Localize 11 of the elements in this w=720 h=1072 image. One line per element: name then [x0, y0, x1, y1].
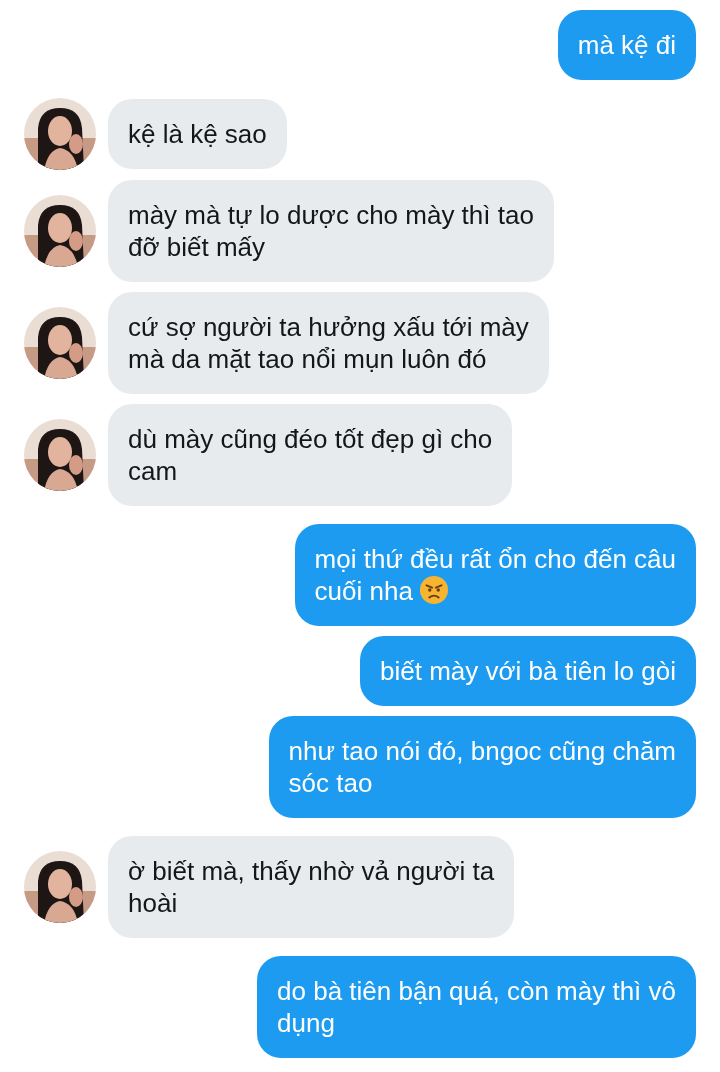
message-bubble: mà kệ đi	[557, 10, 696, 80]
angry-face-icon	[418, 575, 449, 605]
message-bubble: như tao nói đó, bngoc cũng chăm sóc tao	[268, 716, 696, 818]
message-bubble: ờ biết mà, thấy nhờ vả người ta hoài	[108, 836, 515, 938]
message-bubble: do bà tiên bận quá, còn mày thì vô dụng	[257, 956, 696, 1058]
message-bubble: mọi thứ đều rất ổn cho đến câu cuối nha	[294, 524, 696, 626]
message-bubble: biết mày với bà tiên lo gòi	[360, 636, 696, 706]
message-bubble: cứ sợ người ta hưởng xấu tới mày mà da mặt tao nổi mụn luôn đó	[108, 292, 549, 394]
message-bubble: kệ là kệ sao	[108, 99, 287, 169]
message-bubble: mày mà tự lo dược cho mày thì tao đỡ biết mấy	[108, 180, 554, 282]
message-bubble: dù mày cũng đéo tốt đẹp gì cho cam	[108, 404, 513, 506]
